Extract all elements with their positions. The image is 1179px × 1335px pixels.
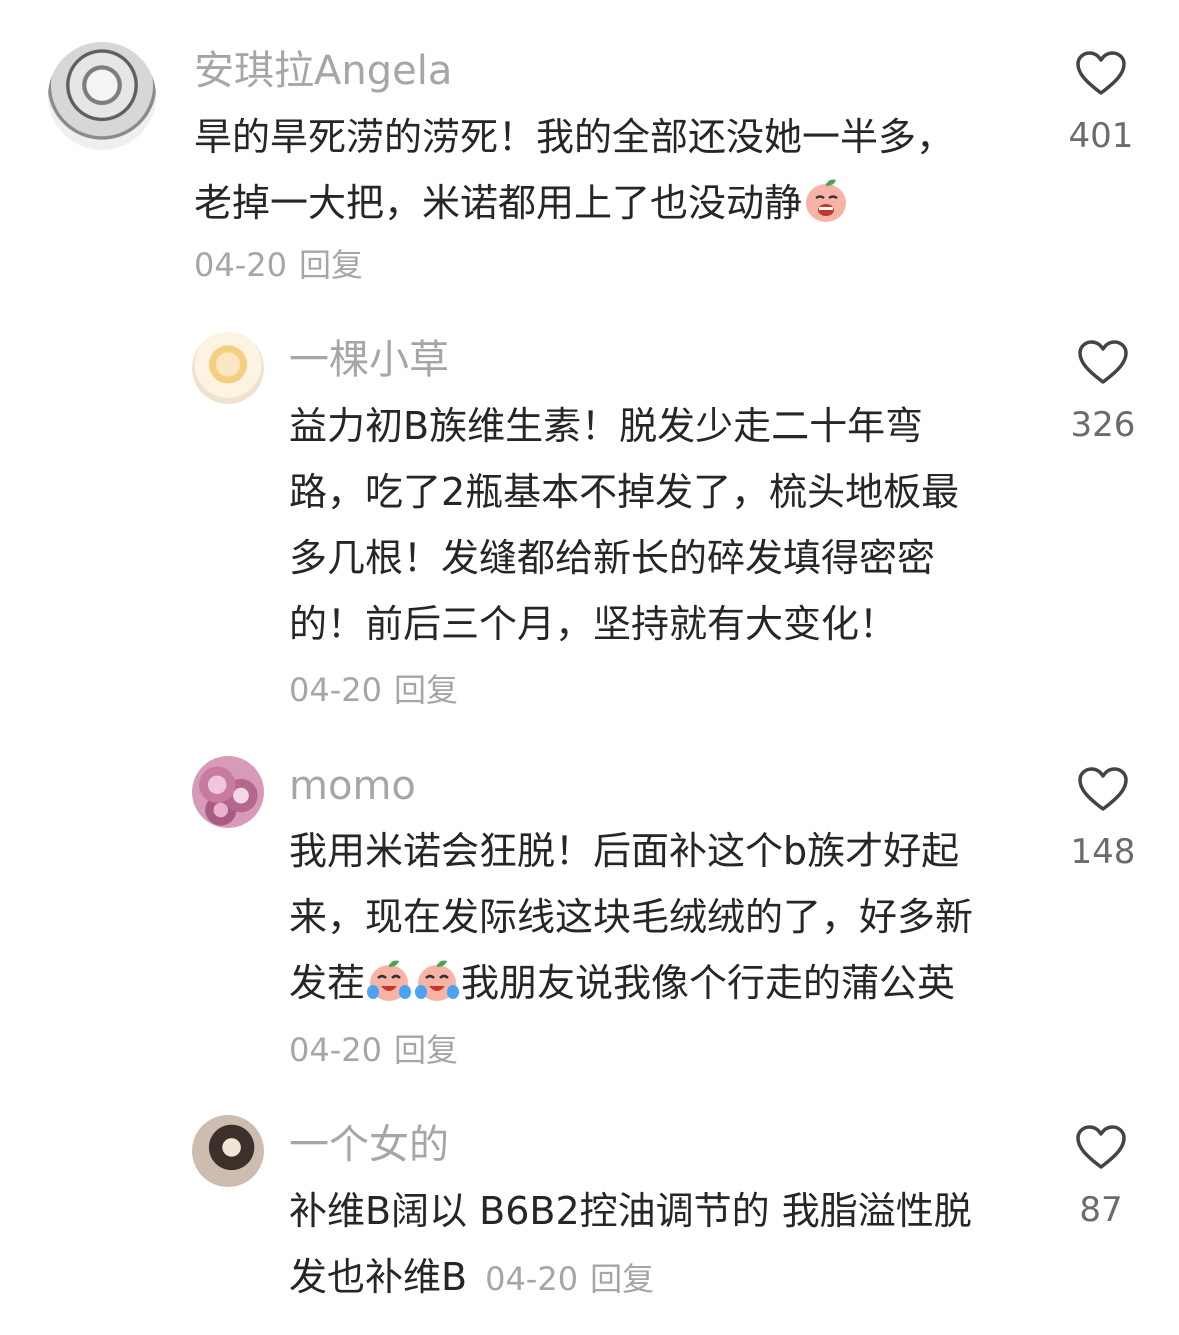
comment-username[interactable]: 安琪拉Angela [194,47,452,95]
comment-username[interactable]: 一棵小草 [289,336,449,384]
like-button[interactable]: 87 [1056,1124,1146,1230]
comment-username[interactable]: 一个女的 [289,1121,449,1169]
heart-outline-icon [1076,1125,1126,1169]
like-count: 401 [1068,116,1134,156]
like-button[interactable]: 401 [1056,50,1146,156]
like-button[interactable]: 148 [1058,766,1148,872]
comment-meta: 04-20 回复 [289,670,458,710]
like-count: 326 [1070,405,1136,445]
reply-button[interactable]: 回复 [394,671,458,709]
comment-text: 我用米诺会狂脱！后面补这个b族才好起 来，现在发际线这块毛绒绒的了，好多新 发茬… [289,818,1059,1016]
reply-button[interactable]: 回复 [299,246,363,284]
comment-meta: 04-20 回复 [485,1260,654,1298]
comment-text-line: 发也补维B 04-20 回复 [289,1255,655,1299]
comment-date: 04-20 [194,246,287,284]
comment-meta: 04-20 回复 [289,1030,458,1070]
comment-date: 04-20 [485,1260,579,1298]
avatar[interactable] [192,1115,264,1187]
comment-date: 04-20 [289,671,382,709]
tears-of-joy-emoji-icon [366,958,412,1004]
comment-date: 04-20 [289,1031,382,1069]
comment-text-line: 旱的旱死涝的涝死！我的全部还没她一半多， [194,115,955,159]
comment-text-line: 路，吃了2瓶基本不掉发了，梳头地板最 [289,470,960,514]
comment-text-line: 我用米诺会狂脱！后面补这个b族才好起 [289,829,960,873]
avatar[interactable] [48,42,156,150]
reply-button[interactable]: 回复 [394,1031,458,1069]
comment-text-line: 来，现在发际线这块毛绒绒的了，好多新 [289,895,974,939]
comment-meta: 04-20 回复 [194,245,363,285]
like-button[interactable]: 326 [1058,339,1148,445]
comment-text-line: 益力初B族维生素！脱发少走二十年弯 [289,404,924,448]
heart-outline-icon [1078,340,1128,384]
comment-text-line: 多几根！发缝都给新长的碎发填得密密 [289,536,936,580]
reply-button[interactable]: 回复 [590,1260,654,1298]
heart-outline-icon [1076,51,1126,95]
avatar[interactable] [192,332,264,404]
like-count: 87 [1079,1190,1123,1230]
comment-text-line: 补维B阔以 B6B2控油调节的 我脂溢性脱 [289,1189,972,1233]
comment-text: 补维B阔以 B6B2控油调节的 我脂溢性脱 发也补维B 04-20 回复 [289,1178,1059,1312]
crying-face-emoji-icon [803,178,849,224]
tears-of-joy-emoji-icon [414,958,460,1004]
comment-text: 旱的旱死涝的涝死！我的全部还没她一半多， 老掉一大把，米诺都用上了也没动静 [194,104,1054,236]
comment-text-line: 的！前后三个月，坚持就有大变化！ [289,602,898,646]
comment-text-line: 发茬 我朋友说我像个行走的蒲公英 [289,950,1059,1016]
comment-text: 益力初B族维生素！脱发少走二十年弯 路，吃了2瓶基本不掉发了，梳头地板最 多几根… [289,393,1049,657]
heart-outline-icon [1078,767,1128,811]
comment-text-line: 老掉一大把，米诺都用上了也没动静 [194,170,1054,236]
like-count: 148 [1070,832,1136,872]
comment-username[interactable]: momo [289,762,416,810]
avatar[interactable] [192,756,264,828]
